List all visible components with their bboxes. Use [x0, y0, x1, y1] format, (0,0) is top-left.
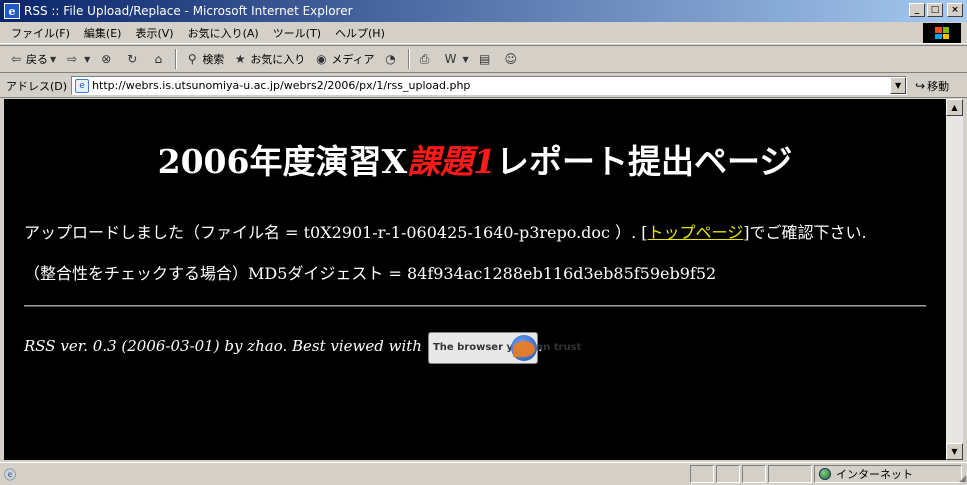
footer: RSS ver. 0.3 (2006-03-01) by zhao. Best …	[24, 330, 582, 364]
title-bar: e RSS :: File Upload/Replace - Microsoft…	[0, 0, 967, 22]
menu-help[interactable]: ヘルプ(H)	[328, 25, 392, 41]
stop-icon: ⊗	[101, 52, 112, 66]
search-icon: ⚲	[187, 52, 197, 66]
forward-arrow-icon: ⇨	[67, 52, 78, 66]
windows-logo-icon	[923, 23, 961, 43]
menu-view[interactable]: 表示(V)	[128, 25, 180, 41]
globe-icon	[819, 468, 831, 480]
scroll-up-button[interactable]: ▲	[946, 99, 963, 116]
vertical-scrollbar[interactable]: ▲ ▼	[946, 99, 963, 460]
address-url: http://webrs.is.utsunomiya-u.ac.jp/webrs…	[92, 79, 471, 92]
page-title-suffix: レポート提出ページ	[496, 142, 793, 181]
media-icon: ◉	[316, 52, 327, 66]
top-page-link[interactable]: トップページ	[648, 223, 744, 242]
upload-message: アップロードしました（ファイル名 = t0X2901-r-1-060425-16…	[24, 219, 867, 243]
document-icon: ▤	[479, 52, 491, 66]
firefox-badge[interactable]: The browser you can trust	[427, 332, 582, 364]
address-dropdown-button[interactable]: ▼	[890, 77, 907, 94]
menu-bar: ファイル(F) 編集(E) 表示(V) お気に入り(A) ツール(T) ヘルプ(…	[0, 22, 967, 44]
printer-icon: ⎙	[419, 52, 430, 66]
resize-grip-icon[interactable]: ◢	[959, 474, 966, 484]
search-button[interactable]: ⚲ 検索	[180, 47, 228, 71]
back-label: 戻る	[26, 53, 48, 66]
divider	[24, 305, 926, 307]
edit-button[interactable]: W ▼	[439, 47, 473, 71]
window-controls: _ □ ×	[909, 3, 963, 17]
toolbar-separator	[407, 49, 410, 69]
media-button[interactable]: ◉ メディア	[309, 47, 378, 71]
security-zone: インターネット	[814, 465, 962, 483]
status-cell	[716, 465, 740, 483]
window-title: RSS :: File Upload/Replace - Microsoft I…	[24, 4, 353, 18]
badge-text: The browser you can trust	[432, 342, 582, 353]
search-label: 検索	[202, 53, 225, 66]
page-viewport: 2006年度演習X課題1レポート提出ページ アップロードしました（ファイル名 =…	[4, 99, 946, 460]
media-label: メディア	[331, 53, 375, 66]
status-cell	[742, 465, 766, 483]
status-cell	[768, 465, 812, 483]
favorites-label: お気に入り	[250, 53, 306, 66]
refresh-icon: ↻	[127, 52, 138, 66]
page-title-accent: 課題1	[407, 142, 497, 181]
md5-digest: （整合性をチェックする場合）MD5ダイジェスト = 84f934ac1288eb…	[24, 264, 717, 283]
home-icon: ⌂	[154, 52, 163, 66]
status-bar: ⓔ インターネット ◢	[0, 462, 967, 485]
chevron-down-icon: ▼	[84, 54, 91, 64]
page-done-icon: ⓔ	[4, 467, 17, 482]
chevron-down-icon: ▼	[462, 54, 469, 64]
print-button[interactable]: ⎙	[413, 47, 439, 71]
minimize-button[interactable]: _	[909, 3, 925, 17]
scroll-down-button[interactable]: ▼	[946, 443, 963, 460]
menu-tools[interactable]: ツール(T)	[266, 25, 328, 41]
page-icon: e	[75, 78, 90, 93]
menu-edit[interactable]: 編集(E)	[77, 25, 129, 41]
refresh-button[interactable]: ↻	[120, 47, 146, 71]
status-cell	[690, 465, 714, 483]
toolbar-separator	[175, 49, 178, 69]
menu-file[interactable]: ファイル(F)	[4, 25, 77, 41]
address-label: アドレス(D)	[6, 79, 68, 93]
address-input[interactable]: e http://webrs.is.utsunomiya-u.ac.jp/web…	[71, 76, 908, 95]
upload-message-suffix: ]でご確認下さい.	[743, 223, 867, 242]
go-arrow-icon: ↪	[915, 78, 926, 93]
ie-icon: e	[4, 3, 20, 19]
close-button[interactable]: ×	[947, 3, 963, 17]
toolbar: ⇦ 戻る ▼ ⇨ ▼ ⊗ ↻ ⌂ ⚲ 検索 ★ お気に入り ◉ メディア ◔ ⎙…	[0, 45, 967, 73]
favorites-button[interactable]: ★ お気に入り	[228, 47, 309, 71]
page-title-prefix: 2006年度演習X	[157, 142, 408, 181]
discuss-button[interactable]: ▤	[473, 47, 499, 71]
upload-message-prefix: アップロードしました（ファイル名 = t0X2901-r-1-060425-16…	[24, 223, 648, 242]
maximize-button[interactable]: □	[927, 3, 943, 17]
footer-text: RSS ver. 0.3 (2006-03-01) by zhao. Best …	[24, 337, 422, 355]
forward-button[interactable]: ⇨ ▼	[60, 47, 94, 71]
home-button[interactable]: ⌂	[146, 47, 172, 71]
back-button[interactable]: ⇦ 戻る ▼	[4, 47, 60, 71]
favorites-icon: ★	[234, 52, 246, 66]
word-edit-icon: W	[444, 52, 457, 66]
stop-button[interactable]: ⊗	[94, 47, 120, 71]
history-icon: ◔	[385, 52, 396, 66]
messenger-button[interactable]: ☺	[499, 47, 525, 71]
zone-label: インターネット	[836, 468, 913, 481]
history-button[interactable]: ◔	[379, 47, 405, 71]
messenger-icon: ☺	[504, 52, 517, 66]
address-bar: アドレス(D) e http://webrs.is.utsunomiya-u.a…	[0, 74, 967, 98]
go-button[interactable]: ↪ 移動	[915, 78, 949, 94]
back-arrow-icon: ⇦	[10, 52, 22, 66]
page-title: 2006年度演習X課題1レポート提出ページ	[4, 135, 946, 183]
chevron-down-icon: ▼	[50, 54, 57, 64]
go-label: 移動	[927, 79, 950, 93]
menu-favorites[interactable]: お気に入り(A)	[181, 25, 266, 41]
firefox-logo-icon	[510, 335, 537, 361]
